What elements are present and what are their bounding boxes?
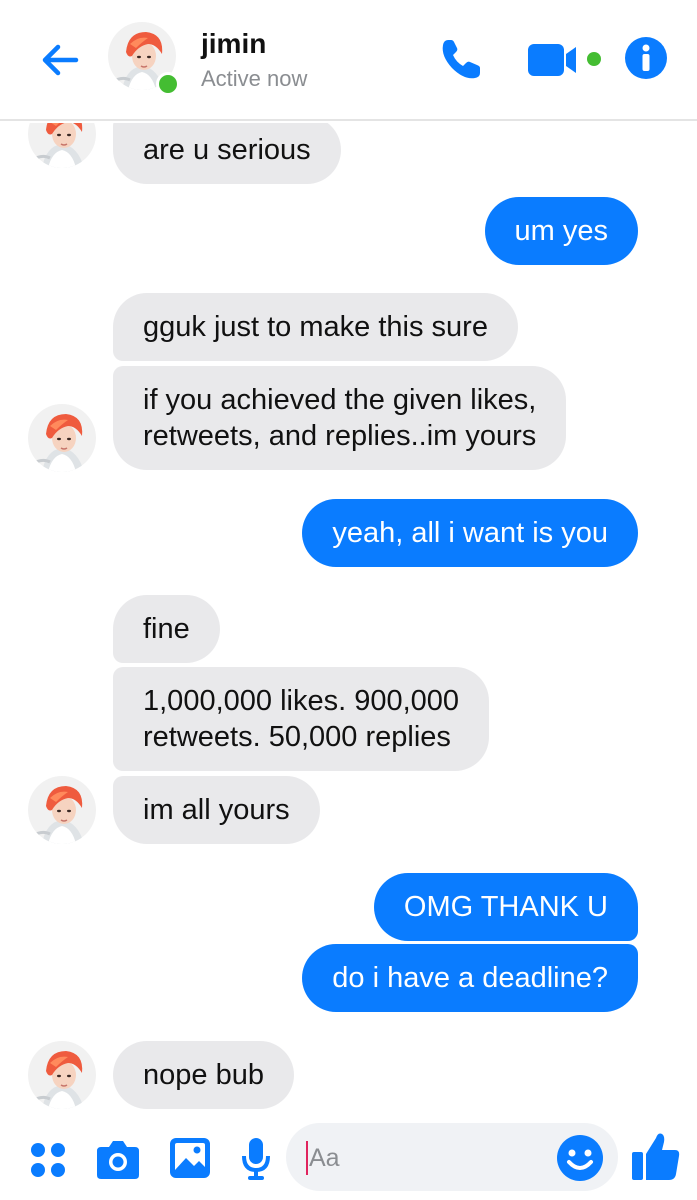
text-cursor <box>306 1141 308 1175</box>
microphone-icon[interactable] <box>240 1136 272 1182</box>
conversation-header: jimin Active now <box>0 0 697 121</box>
active-status-dot <box>156 72 180 96</box>
video-camera-icon[interactable] <box>526 40 586 80</box>
contact-avatar[interactable] <box>28 123 96 168</box>
message-incoming[interactable]: are u serious <box>113 123 341 184</box>
message-incoming[interactable]: 1,000,000 likes. 900,000 retweets. 50,00… <box>113 667 490 771</box>
gallery-icon[interactable] <box>168 1136 212 1180</box>
message-incoming[interactable]: fine <box>113 595 220 663</box>
contact-avatar[interactable] <box>28 1041 96 1109</box>
message-incoming[interactable]: gguk just to make this sure <box>113 293 518 361</box>
active-status-text: Active now <box>201 66 308 91</box>
menu-dots-icon[interactable] <box>28 1140 68 1180</box>
contact-avatar[interactable] <box>28 404 96 472</box>
emoji-icon[interactable] <box>556 1134 604 1182</box>
message-outgoing[interactable]: um yes <box>484 197 638 265</box>
message-incoming[interactable]: im all yours <box>113 776 320 844</box>
contact-name[interactable]: jimin <box>201 28 266 60</box>
info-icon[interactable] <box>624 36 668 80</box>
message-incoming[interactable]: nope bub <box>113 1041 294 1109</box>
contact-avatar[interactable] <box>28 776 96 844</box>
camera-icon[interactable] <box>95 1137 141 1181</box>
message-input-placeholder: Aa <box>309 1144 340 1172</box>
message-thread[interactable]: are u serious um yes gguk just to make t… <box>0 123 697 1123</box>
message-incoming[interactable]: if you achieved the given likes, retweet… <box>113 366 567 470</box>
message-outgoing[interactable]: yeah, all i want is you <box>302 499 638 567</box>
back-arrow-icon[interactable] <box>36 36 84 84</box>
message-outgoing[interactable]: OMG THANK U <box>373 873 638 941</box>
phone-icon[interactable] <box>436 34 486 84</box>
video-active-dot <box>587 52 601 66</box>
message-outgoing[interactable]: do i have a deadline? <box>302 944 638 1012</box>
thumbs-up-icon[interactable] <box>630 1130 682 1182</box>
